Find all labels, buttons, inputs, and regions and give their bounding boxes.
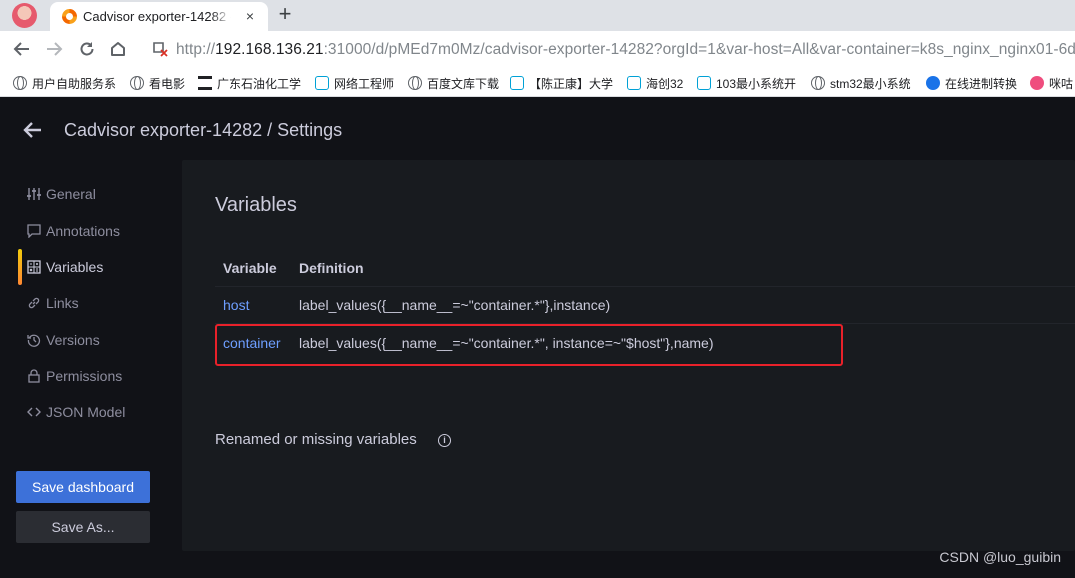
sidebar-item-annotations[interactable]: Annotations [18,216,178,246]
sidebar-item-label: Permissions [46,368,123,384]
sidebar-item-label: Variables [46,259,104,275]
back-arrow-icon [13,42,29,56]
bookmark-label: 广东石油化工学 [217,76,302,91]
column-header-definition: Definition [299,260,364,276]
bookmark-item[interactable]: stm32最小系统 [811,73,911,93]
bookmark-label: 【陈正康】大学 [529,76,614,91]
bookmark-label: 看电影 [149,76,186,91]
sidebar-item-variables[interactable]: Variables [18,249,178,285]
bilibili-icon [510,76,524,90]
not-secure-icon[interactable] [151,40,169,58]
close-tab-icon[interactable]: × [242,8,258,24]
globe-icon [811,76,825,90]
globe-icon [408,76,422,90]
bookmark-item[interactable]: 网络工程师 [315,73,394,93]
save-as-button[interactable]: Save As... [16,511,150,543]
url-host: 192.168.136.21 [215,41,324,58]
sidebar-item-general[interactable]: General [18,179,178,209]
bookmark-label: 在线进制转换 [945,76,1018,91]
bilibili-icon [627,76,641,90]
watermark: CSDN @luo_guibin [939,549,1061,565]
sidebar-item-json-model[interactable]: JSON Model [18,397,178,427]
bookmarks-bar: 用户自助服务系 看电影 广东石油化工学 网络工程师 百度文库下载 【陈正康】大学… [0,68,1075,97]
bookmark-label: stm32最小系统 [830,76,911,91]
sidebar-item-versions[interactable]: Versions [18,325,178,355]
calculator-icon [27,260,41,274]
history-icon [27,334,41,347]
url-prefix: http:// [176,41,216,58]
sliders-icon [27,188,41,200]
reload-icon [80,42,94,56]
bookmark-item[interactable]: 【陈正康】大学 [510,73,613,93]
comment-icon [27,224,41,238]
variable-definition[interactable]: label_values({__name__=~"container.*"},i… [299,297,610,313]
convert-icon [926,76,940,90]
lock-icon [28,369,40,383]
sidebar-item-permissions[interactable]: Permissions [18,361,178,391]
info-icon[interactable]: i [438,434,451,447]
globe-icon [13,76,27,90]
home-icon [111,42,125,56]
page-title: Cadvisor exporter-14282 / Settings [64,120,343,140]
bookmark-item[interactable]: 103最小系统开 [697,73,796,93]
browser-toolbar: http://192.168.136.21:31000/d/pMEd7m0Mz/… [0,31,1075,68]
highlight-box [215,324,843,366]
bookmark-label: 咪咕 [1049,76,1074,91]
reload-button[interactable] [74,36,100,62]
grafana-app: Cadvisor exporter-14282 / Settings Gener… [0,97,1075,578]
profile-avatar[interactable] [12,3,37,28]
bookmark-label: 103最小系统开 [716,76,797,91]
bookmark-label: 用户自助服务系 [32,76,117,91]
sidebar-item-label: Annotations [46,223,120,239]
bookmark-item[interactable]: 在线进制转换 [926,73,1017,93]
bilibili-icon [697,76,711,90]
pink-icon [1030,76,1044,90]
new-tab-button[interactable]: + [274,3,296,27]
url-text[interactable]: http://192.168.136.21:31000/d/pMEd7m0Mz/… [176,41,1075,59]
bookmark-item[interactable]: 咪咕 [1030,73,1073,93]
sidebar-item-label: JSON Model [46,404,126,420]
tab-title: Cadvisor exporter-14282 - Grafana [83,9,231,24]
bank-icon [198,76,212,90]
variables-panel: Variables Variable Definition host label… [182,160,1075,551]
code-icon [27,407,41,417]
bookmark-item[interactable]: 用户自助服务系 [13,73,116,93]
bookmark-item[interactable]: 看电影 [130,73,185,93]
sidebar-item-label: Links [46,295,79,311]
grafana-favicon-icon [62,9,77,24]
sidebar-item-label: Versions [46,332,100,348]
browser-tab[interactable]: Cadvisor exporter-14282 - Grafana × [50,2,268,31]
home-button[interactable] [105,36,131,62]
section-title: Variables [215,194,297,216]
sidebar-item-label: General [46,186,96,202]
address-bar[interactable]: http://192.168.136.21:31000/d/pMEd7m0Mz/… [145,35,1075,64]
sidebar-item-links[interactable]: Links [18,288,178,318]
back-arrow-icon[interactable] [22,119,44,141]
browser-tab-bar: Cadvisor exporter-14282 - Grafana × + [0,0,1075,31]
bookmark-item[interactable]: 海创32 [627,73,683,93]
forward-arrow-icon [47,42,63,56]
bilibili-icon [315,76,329,90]
bookmark-label: 网络工程师 [334,76,395,91]
column-header-variable: Variable [223,260,277,276]
active-indicator [18,249,22,285]
renamed-variables-heading: Renamed or missing variables [215,431,417,448]
save-dashboard-button[interactable]: Save dashboard [16,471,150,503]
bookmark-item[interactable]: 百度文库下载 [408,73,499,93]
globe-icon [130,76,144,90]
bookmark-label: 百度文库下载 [427,76,500,91]
row-divider [215,286,1075,287]
variable-link-host[interactable]: host [223,297,249,313]
forward-button[interactable] [41,36,67,62]
url-path: :31000/d/pMEd7m0Mz/cadvisor-exporter-142… [323,41,1075,58]
back-button[interactable] [9,36,35,62]
bookmark-item[interactable]: 广东石油化工学 [198,73,301,93]
link-icon [28,297,40,309]
bookmark-label: 海创32 [646,76,684,91]
